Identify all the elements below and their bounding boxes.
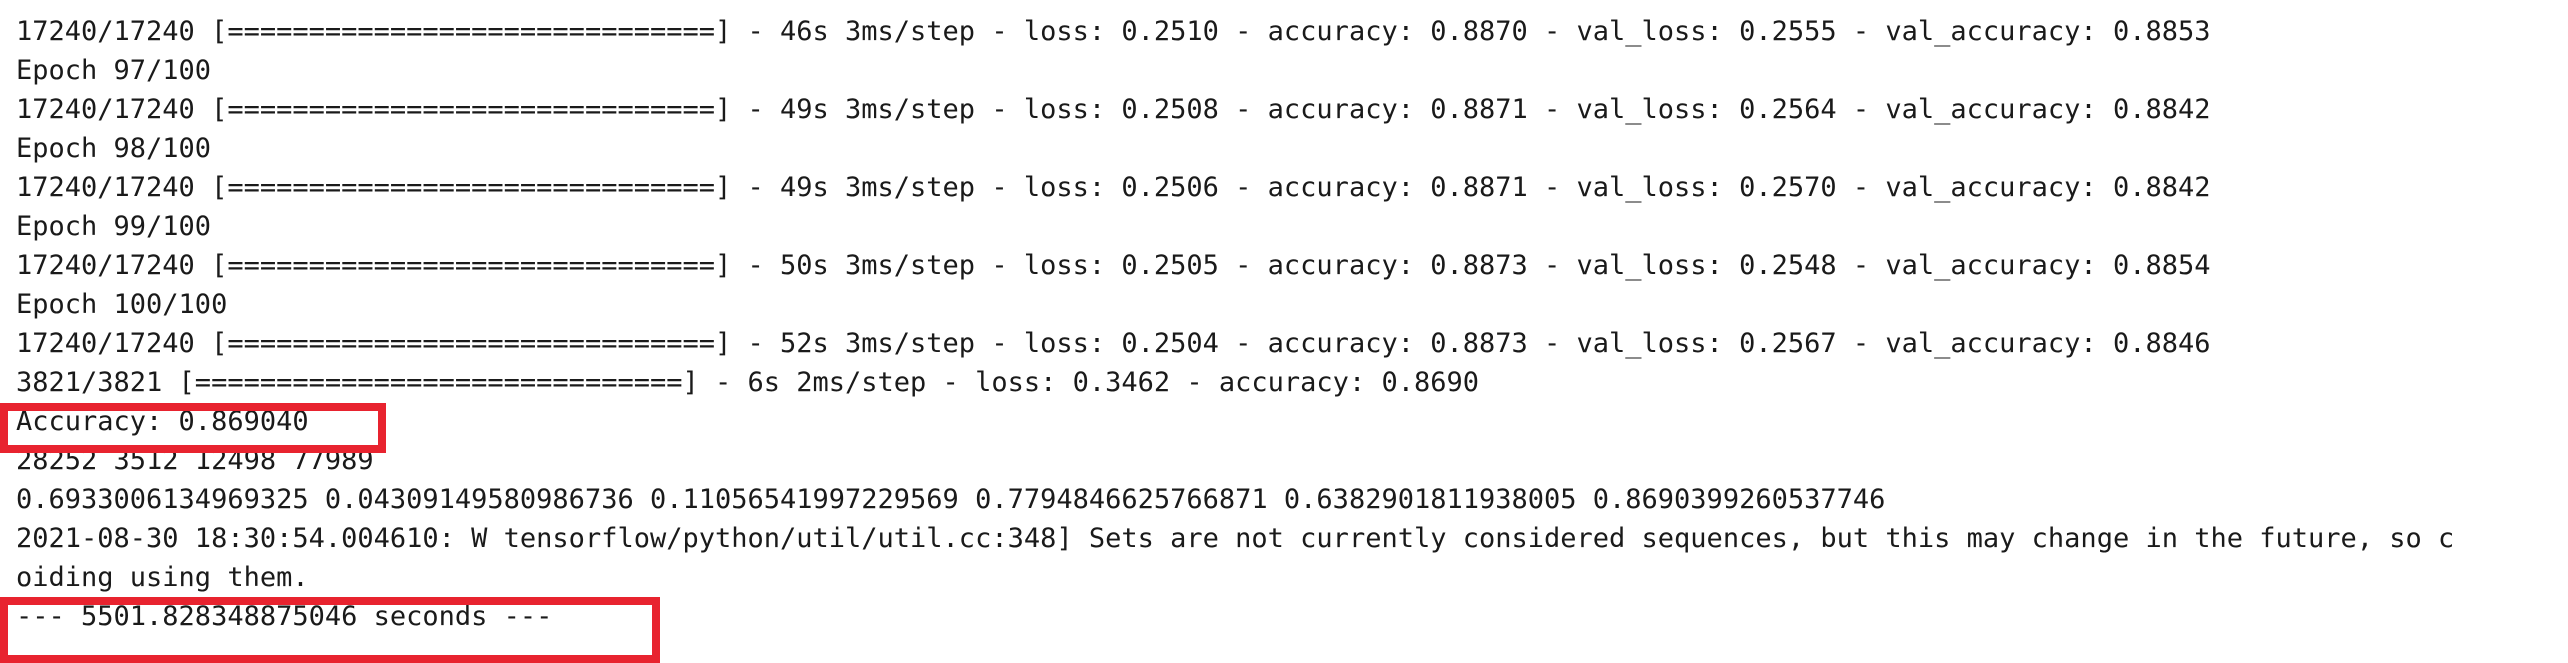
confusion-counts-line: 28252 3512 12498 77989	[16, 445, 374, 476]
epoch-line: Epoch 98/100	[16, 133, 212, 164]
epoch-line: Epoch 100/100	[16, 289, 228, 320]
accuracy-result-line: Accuracy: 0.869040	[16, 406, 309, 437]
metrics-values-line: 0.6933006134969325 0.04309149580986736 0…	[16, 484, 1886, 515]
training-progress-line: 17240/17240 [===========================…	[16, 16, 2211, 47]
epoch-line: Epoch 99/100	[16, 211, 212, 242]
training-progress-line: 17240/17240 [===========================…	[16, 172, 2211, 203]
training-progress-line: 17240/17240 [===========================…	[16, 94, 2211, 125]
elapsed-seconds-line: --- 5501.828348875046 seconds ---	[16, 601, 553, 632]
training-progress-line: 17240/17240 [===========================…	[16, 250, 2211, 281]
console-output: 17240/17240 [===========================…	[16, 12, 2568, 663]
tensorflow-warning-continuation-line: oiding using them.	[16, 562, 309, 593]
epoch-line: Epoch 97/100	[16, 55, 212, 86]
tensorflow-warning-line: 2021-08-30 18:30:54.004610: W tensorflow…	[16, 523, 2455, 554]
training-progress-line: 17240/17240 [===========================…	[16, 328, 2211, 359]
evaluation-progress-line: 3821/3821 [=============================…	[16, 367, 1479, 398]
